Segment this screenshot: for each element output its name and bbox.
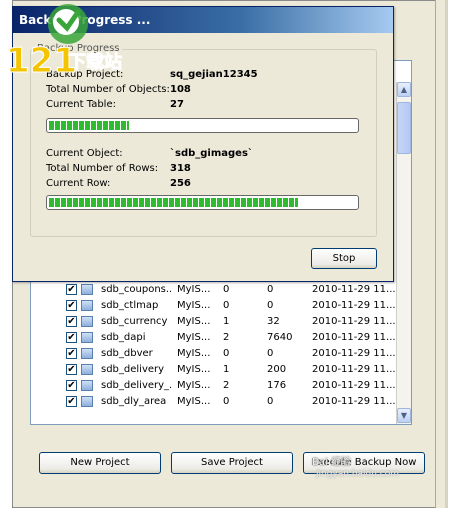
table-progress-bar [46, 118, 359, 133]
table-row[interactable]: ✔ sdb_delivery MyIS... 1 200 2010-11-29 11... [31, 362, 397, 378]
table-date-cell: 2010-11-29 11... [312, 332, 396, 343]
table-count-cell: 1 [223, 364, 230, 375]
table-name-cell: sdb_dapi [101, 332, 146, 343]
svg-text:下载站: 下载站 [68, 51, 122, 73]
scroll-down-button[interactable]: ▼ [397, 408, 411, 423]
table-size-cell: 176 [267, 380, 287, 391]
table-name-cell: sdb_dbver [101, 348, 153, 359]
table-name-cell: sdb_delivery_... [101, 380, 171, 391]
current-object-label: Current Object: [46, 148, 123, 159]
watermark-logo: 121 下载站 [6, 4, 122, 82]
table-date-cell: 2010-11-29 11... [312, 284, 396, 295]
table-count-cell: 0 [223, 284, 230, 295]
table-name-cell: sdb_currency [101, 316, 168, 327]
current-row-value: 256 [170, 178, 191, 189]
row-checkbox[interactable]: ✔ [66, 348, 77, 359]
table-type-cell: MyIS... [177, 316, 211, 327]
table-size-cell: 0 [267, 348, 274, 359]
table-type-cell: MyIS... [177, 300, 211, 311]
row-checkbox[interactable]: ✔ [66, 396, 77, 407]
row-checkbox[interactable]: ✔ [66, 300, 77, 311]
row-progress-fill [49, 198, 298, 207]
table-type-cell: MyIS... [177, 380, 211, 391]
table-icon [81, 364, 93, 375]
table-icon [81, 396, 93, 407]
table-type-cell: MyIS... [177, 284, 211, 295]
scrollbar-thumb[interactable] [397, 102, 411, 154]
table-icon [81, 332, 93, 343]
watermark-url: jingyan.baidu.com [316, 469, 400, 479]
total-objects-value: 108 [170, 84, 191, 95]
table-date-cell: 2010-11-29 11... [312, 364, 396, 375]
total-rows-label: Total Number of Rows: [46, 163, 159, 174]
table-size-cell: 7640 [267, 332, 293, 343]
table-count-cell: 2 [223, 380, 230, 391]
table-name-cell: sdb_delivery [101, 364, 165, 375]
table-type-cell: MyIS... [177, 348, 211, 359]
table-size-cell: 200 [267, 364, 287, 375]
row-checkbox[interactable]: ✔ [66, 380, 77, 391]
table-size-cell: 0 [267, 300, 274, 311]
table-rows: ✔ sdb_coupons... MyIS... 0 0 2010-11-29 11...… [31, 282, 397, 410]
table-name-cell: sdb_ctlmap [101, 300, 159, 311]
table-type-cell: MyIS... [177, 396, 211, 407]
table-row[interactable]: ✔ sdb_dly_area MyIS... 0 0 2010-11-29 11... [31, 394, 397, 410]
table-count-cell: 1 [223, 316, 230, 327]
table-date-cell: 2010-11-29 11... [312, 300, 396, 311]
table-date-cell: 2010-11-29 11... [312, 380, 396, 391]
stop-button[interactable]: Stop [311, 248, 377, 269]
svg-text:121: 121 [6, 41, 77, 81]
table-row[interactable]: ✔ sdb_coupons... MyIS... 0 0 2010-11-29 11... [31, 282, 397, 298]
backup-project-value: sq_gejian12345 [170, 69, 258, 80]
table-type-cell: MyIS... [177, 332, 211, 343]
current-table-label: Current Table: [46, 99, 116, 110]
watermark-text: Bai 经验 [312, 457, 351, 468]
table-progress-fill [49, 121, 129, 130]
total-rows-value: 318 [170, 163, 191, 174]
new-project-button[interactable]: New Project [39, 452, 161, 474]
row-checkbox[interactable]: ✔ [66, 364, 77, 375]
table-type-cell: MyIS... [177, 364, 211, 375]
current-object-value: `sdb_gimages` [170, 148, 253, 159]
row-checkbox[interactable]: ✔ [66, 316, 77, 327]
row-checkbox[interactable]: ✔ [66, 284, 77, 295]
table-row[interactable]: ✔ sdb_currency MyIS... 1 32 2010-11-29 11... [31, 314, 397, 330]
table-date-cell: 2010-11-29 11... [312, 316, 396, 327]
table-row[interactable]: ✔ sdb_dbver MyIS... 0 0 2010-11-29 11... [31, 346, 397, 362]
row-progress-bar [46, 195, 359, 210]
table-date-cell: 2010-11-29 11... [312, 396, 396, 407]
table-name-cell: sdb_coupons... [101, 284, 171, 295]
save-project-button[interactable]: Save Project [171, 452, 293, 474]
table-row[interactable]: ✔ sdb_dapi MyIS... 2 7640 2010-11-29 11... [31, 330, 397, 346]
table-size-cell: 0 [267, 284, 274, 295]
table-name-cell: sdb_dly_area [101, 396, 167, 407]
table-size-cell: 32 [267, 316, 280, 327]
table-row[interactable]: ✔ sdb_ctlmap MyIS... 0 0 2010-11-29 11... [31, 298, 397, 314]
current-table-value: 27 [170, 99, 184, 110]
table-count-cell: 0 [223, 300, 230, 311]
table-icon [81, 316, 93, 327]
table-size-cell: 0 [267, 396, 274, 407]
current-row-label: Current Row: [46, 178, 111, 189]
table-icon [81, 380, 93, 391]
row-checkbox[interactable]: ✔ [66, 332, 77, 343]
table-icon [81, 300, 93, 311]
table-icon [81, 284, 93, 295]
window-edge-shadow [445, 0, 448, 508]
list-scrollbar[interactable]: ▲ ▼ [396, 82, 411, 424]
scroll-up-button[interactable]: ▲ [397, 82, 411, 97]
table-row[interactable]: ✔ sdb_delivery_... MyIS... 2 176 2010-11-29 1… [31, 378, 397, 394]
table-date-cell: 2010-11-29 11... [312, 348, 396, 359]
table-count-cell: 0 [223, 348, 230, 359]
total-objects-label: Total Number of Objects: [46, 84, 170, 95]
table-icon [81, 348, 93, 359]
table-count-cell: 0 [223, 396, 230, 407]
table-count-cell: 2 [223, 332, 230, 343]
